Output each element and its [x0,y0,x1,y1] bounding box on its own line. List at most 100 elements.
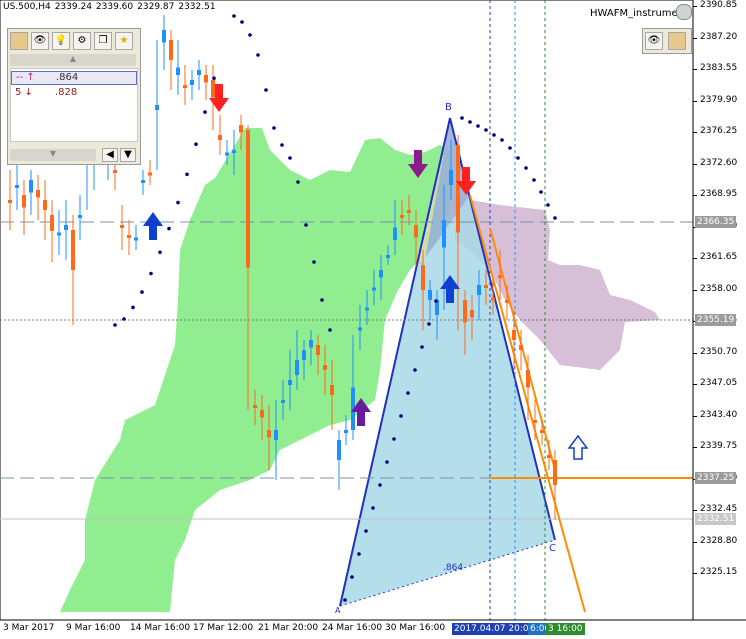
sar-dot [460,116,464,120]
candle-body [36,190,40,198]
sar-dot [328,328,332,332]
scroll-up-icon[interactable]: ▲ [10,54,136,66]
candle-body [141,180,145,183]
price-tick-mark [693,447,697,448]
sar-dot [546,203,550,207]
candle-body [176,67,180,75]
open-value: 2339.24 [54,2,92,12]
sar-dot [320,298,324,302]
candle-body [113,170,117,173]
candle-body [498,275,502,278]
candle-body [274,430,278,440]
price-tick-label: 2328.80 [700,535,738,546]
candle-body [218,135,222,140]
price-tick-label: 2358.00 [700,283,738,294]
price-tick-mark [693,415,697,417]
sar-dot [392,437,396,441]
candle-body [246,130,250,268]
sar-dot [248,33,252,37]
list-item[interactable]: -- ↑ .864 [11,71,137,85]
sar-dot [264,88,268,92]
point-a-label: A [335,606,341,615]
candle-body [540,430,544,433]
sar-dot [312,260,316,264]
candle-body [22,195,26,208]
price-tick-label: 2325.15 [700,567,738,577]
candle-body [302,350,306,360]
row2-value: .828 [55,87,78,98]
low-value: 2329.87 [137,2,175,12]
candle-body [120,225,124,228]
candle-body [365,307,369,311]
candle-body [372,287,376,291]
ratio-label: .864 [443,563,464,573]
price-tick-mark [693,132,697,133]
candle-body [288,380,292,385]
bulb-icon[interactable]: 💡 [52,32,70,50]
candle-body [183,85,187,88]
settings-icon[interactable]: ⚙ [73,32,91,50]
price-tick-mark [693,510,697,511]
sar-dot [232,14,236,18]
price-tick-label: 2361.65 [700,252,738,262]
candle-body [29,180,33,193]
chart-window[interactable]: US.500,H4 2339.24 2339.60 2329.87 2332.51 HW… [0,0,746,639]
sar-dot [167,226,171,231]
time-tick-label: 24 Mar 16:00 [322,623,383,633]
folder-icon[interactable] [668,32,686,50]
time-tick-label: 30 Mar 16:00 [385,623,446,633]
candle-body [553,460,557,485]
sar-dot [350,575,354,579]
price-level-box: 2366.35 [695,216,737,228]
time-tick-label: 14 Mar 16:00 [130,623,191,633]
price-tick-mark [693,258,697,259]
list-item[interactable]: 5 ↓ .828 [11,87,137,101]
sar-dot [468,120,472,124]
candle-body [414,225,418,238]
eye-icon[interactable]: 👁 [31,32,49,50]
price-tick-label: 2350.70 [700,346,738,357]
pattern-list: -- ↑ .864 5 ↓ .828 [10,68,138,142]
copy-icon[interactable]: ❐ [94,32,112,50]
sar-dot [343,598,347,602]
candle-body [400,215,404,218]
prev-icon[interactable]: ◀ [102,148,118,162]
candle-body [190,80,194,85]
candle-body [15,185,19,188]
eye-icon[interactable]: 👁 [645,32,663,50]
right-toolbox: 👁 [642,28,692,54]
scroll-down-icon[interactable]: ▼ [10,149,96,161]
folder-icon[interactable] [10,32,28,50]
candle-body [253,405,257,408]
sar-dot [272,126,276,130]
candle-body [57,232,61,236]
next-icon[interactable]: ▼ [120,148,136,162]
indicator-icon[interactable] [676,4,692,20]
candle-body [78,215,82,218]
price-tick-label: 2387.20 [700,31,738,42]
symbol-label: US.500,H4 [3,2,51,12]
candle-body [407,210,411,213]
price-tick-mark [693,573,697,574]
price-tick-label: 2339.75 [700,441,738,451]
chart-header: US.500,H4 2339.24 2339.60 2329.87 2332.51 [3,2,220,12]
candle-body [43,200,47,210]
candle-body [379,270,383,278]
candle-body [330,385,334,395]
sar-dot [256,53,260,57]
star-icon[interactable]: ★ [115,32,133,50]
candle-body [316,345,320,355]
candle-body [491,297,495,301]
sar-dot [240,20,244,24]
candle-body [309,340,313,348]
candle-body [477,285,481,295]
candle-body [484,285,488,288]
price-tick-label: 2368.95 [700,189,738,199]
price-tick-mark [693,384,697,385]
sar-dot [288,156,292,160]
price-tick-mark [693,195,697,196]
candle-body [456,145,460,233]
candle-body [232,150,236,153]
sar-dot [304,223,308,227]
sar-dot [185,172,189,177]
